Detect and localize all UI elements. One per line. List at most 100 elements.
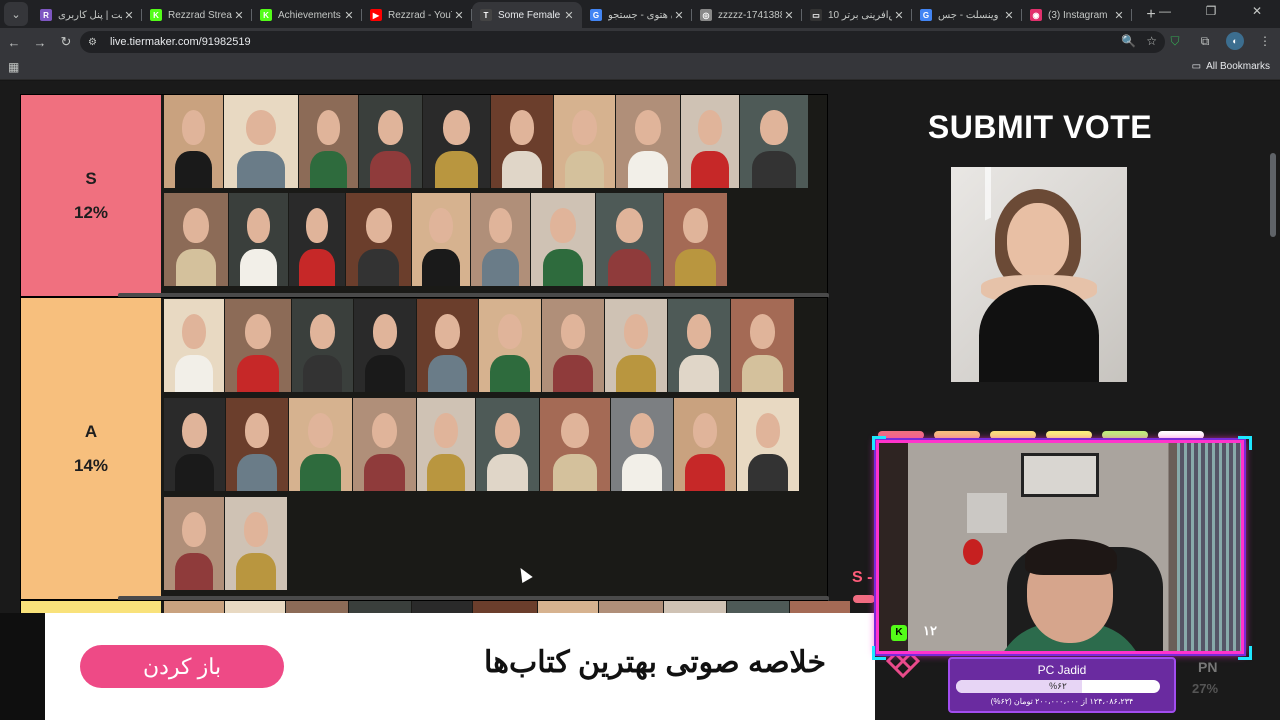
tab-close-icon[interactable]: ✕ [452,9,466,22]
tier-item-image[interactable] [476,398,539,491]
tier-item-image[interactable] [731,299,794,392]
tab-close-icon[interactable]: ✕ [1112,9,1126,22]
tier-item-image[interactable] [664,193,727,286]
tier-item-image[interactable] [611,398,673,491]
extensions-puzzle-icon[interactable]: ⧉ [1196,32,1214,50]
tab-favicon-icon: ▭ [810,9,822,21]
tier-item-image[interactable] [292,299,353,392]
ad-open-button[interactable]: باز کردن [80,645,284,688]
tier-item-image[interactable] [346,193,411,286]
tier-name: S [85,168,97,188]
portrait-head [561,412,589,449]
tier-item-image[interactable] [668,299,730,392]
tier-item-image[interactable] [289,398,352,491]
tier-item-image[interactable] [540,398,610,491]
portrait-head [305,207,329,244]
tier-item-image[interactable] [164,497,224,590]
portrait-body [622,453,662,491]
tier-item-image[interactable] [354,299,416,392]
browser-menu-icon[interactable]: ⋮ [1256,32,1274,50]
current-vote-image[interactable] [951,167,1127,382]
tier-item-image[interactable] [164,299,224,392]
tab-close-icon[interactable]: ✕ [122,9,136,22]
forward-icon[interactable]: → [28,30,52,54]
vote-tier-button[interactable] [990,431,1036,439]
tier-item-image[interactable] [359,95,422,188]
page-scrollbar[interactable] [1270,153,1276,237]
bookmark-star-icon[interactable]: ☆ [1146,34,1157,48]
tier-item-image[interactable] [417,398,475,491]
apps-grid-icon[interactable]: ▦ [8,60,19,74]
tier-item-image[interactable] [289,193,345,286]
browser-tab[interactable]: ◉ (3) Instagram ✕ [1022,2,1132,28]
tab-search-icon[interactable]: ⌄ [4,2,28,26]
tab-close-icon[interactable]: ✕ [892,9,906,22]
tier-item-image[interactable] [605,299,667,392]
tier-item-image[interactable] [554,95,615,188]
vote-tier-button[interactable] [1046,431,1092,439]
url-text[interactable]: live.tiermaker.com/91982519 [110,36,251,48]
tier-item-image[interactable] [740,95,808,188]
tier-item-image[interactable] [225,299,291,392]
vote-tier-button[interactable] [934,431,980,439]
tier-item-image[interactable] [353,398,416,491]
all-bookmarks-button[interactable]: ▭ All Bookmarks [1192,61,1270,72]
tier-item-image[interactable] [596,193,663,286]
browser-tab[interactable]: G ان هتوی - جستجو✕ [582,2,692,28]
minimize-icon[interactable]: — [1142,4,1188,18]
tab-close-icon[interactable]: ✕ [782,9,796,22]
tab-close-icon[interactable]: ✕ [672,9,686,22]
tier-item-image[interactable] [164,193,228,286]
tab-close-icon[interactable]: ✕ [342,9,356,22]
portrait-body [616,354,656,392]
cam-poster [1021,453,1099,497]
tier-item-image[interactable] [681,95,739,188]
browser-tab[interactable]: ▭ 10 نقش‌آفرینی برتر✕ [802,2,912,28]
portrait-body [237,150,285,188]
maximize-icon[interactable]: ❐ [1188,4,1234,18]
tier-item-image[interactable] [229,193,288,286]
tier-item-image[interactable] [542,299,604,392]
tab-close-icon[interactable]: ✕ [1002,9,1016,22]
shield-extension-icon[interactable]: ⛉ [1166,32,1184,50]
browser-tab[interactable]: K Rezzrad Stream -✕ [142,2,252,28]
partial-tier-pill[interactable] [853,595,875,603]
tier-item-image[interactable] [471,193,530,286]
tier-item-image[interactable] [674,398,736,491]
browser-tab[interactable]: R ریمیت | پنل کاربری✕ [32,2,142,28]
tier-label-s[interactable]: S 12% [21,95,161,296]
zoom-icon[interactable]: 🔍 [1121,34,1136,48]
tier-label-a[interactable]: A 14% [21,298,161,599]
portrait-head [623,313,649,350]
tier-item-image[interactable] [737,398,799,491]
tier-item-image[interactable] [412,193,470,286]
tier-item-image[interactable] [531,193,595,286]
tier-item-image[interactable] [491,95,553,188]
tab-close-icon[interactable]: ✕ [562,9,576,22]
tier-item-image[interactable] [224,95,298,188]
browser-tab[interactable]: G کیت وینسلت - جس✕ [912,2,1022,28]
tier-item-image[interactable] [164,398,225,491]
close-window-icon[interactable]: ✕ [1234,4,1280,18]
tier-item-image[interactable] [479,299,541,392]
site-info-icon[interactable]: ⚙ [88,37,104,48]
tier-item-image[interactable] [417,299,478,392]
vote-tier-button[interactable] [1158,431,1204,439]
tier-item-image[interactable] [226,398,288,491]
browser-tab[interactable]: ◎ zzzzz-174138831✕ [692,2,802,28]
tab-close-icon[interactable]: ✕ [232,9,246,22]
profile-avatar[interactable]: ◐ [1226,32,1244,50]
browser-tab[interactable]: K Achievements - K✕ [252,2,362,28]
tier-item-image[interactable] [616,95,680,188]
tier-item-image[interactable] [164,95,223,188]
vote-tier-button[interactable] [1102,431,1148,439]
browser-tab[interactable]: T Some Female Cele✕ [472,2,582,28]
browser-tab[interactable]: ▶ Rezzrad - YouTub✕ [362,2,472,28]
tier-item-image[interactable] [225,497,287,590]
tier-item-image[interactable] [299,95,358,188]
tier-item-image[interactable] [423,95,490,188]
reload-icon[interactable]: ↻ [54,30,78,54]
address-bar[interactable]: ⚙ live.tiermaker.com/91982519 🔍 ☆ [80,31,1165,53]
ad-banner[interactable]: باز کردن خلاصه صوتی بهترین کتاب‌ها [45,613,921,720]
back-icon[interactable]: ← [2,30,26,54]
